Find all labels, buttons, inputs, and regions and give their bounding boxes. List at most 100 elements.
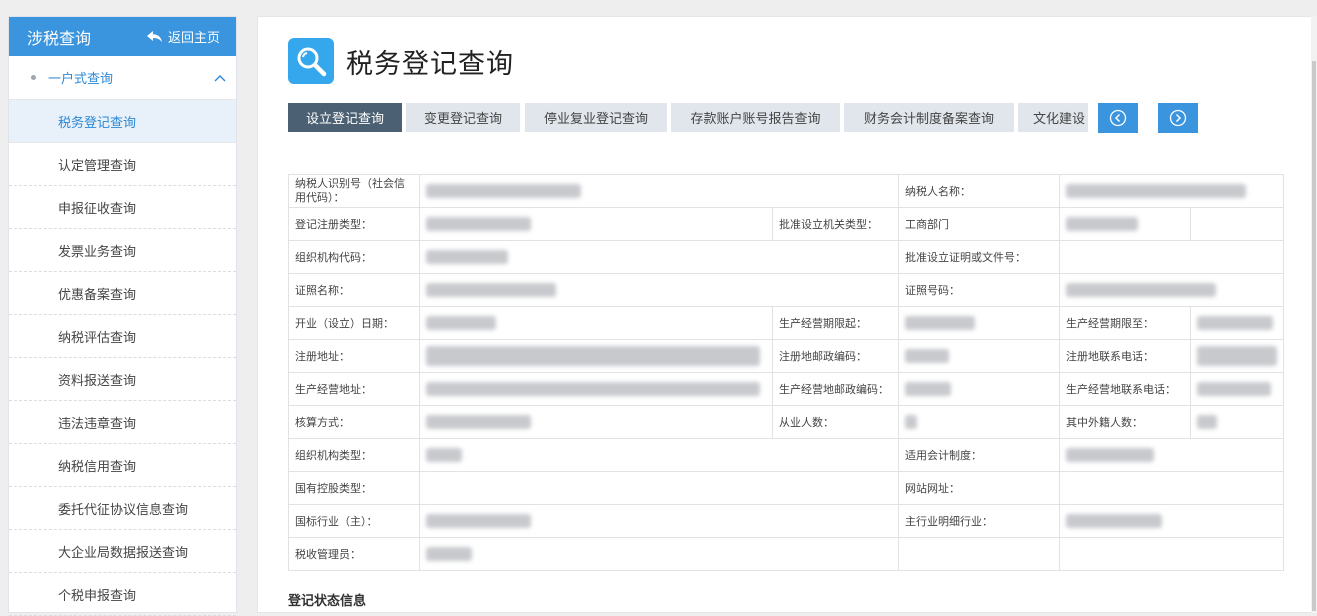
sidebar-item-credit[interactable]: 纳税信用查询: [9, 444, 236, 487]
employees-value: [898, 405, 1060, 439]
period-end-label: 生产经营期限至：: [1059, 306, 1191, 340]
cert-no-label: 证照号码：: [898, 273, 1060, 307]
accounting-method-label: 核算方式：: [288, 405, 420, 439]
tab-suspension-resumption[interactable]: 停业复业登记查询: [525, 103, 667, 132]
biz-phone-label: 生产经营地联系电话：: [1059, 372, 1191, 406]
cert-name-value: [419, 273, 899, 307]
sidebar-item-large-enterprise[interactable]: 大企业局数据报送查询: [9, 530, 236, 573]
sidebar-item-label: 大企业局数据报送查询: [58, 545, 189, 561]
approval-org-type-label: 批准设立机关类型：: [772, 207, 899, 241]
approval-org-type-value: 工商部门: [898, 207, 1060, 241]
accounting-system-label: 适用会计制度：: [898, 438, 1060, 472]
approval-org-extra-value: [1059, 207, 1191, 241]
empty-cell: [1059, 537, 1284, 571]
tab-next-button[interactable]: [1158, 103, 1198, 133]
sidebar-item-invoice[interactable]: 发票业务查询: [9, 229, 236, 272]
industry-detail-value: [1059, 504, 1284, 538]
sidebar-item-entrusted-collection[interactable]: 委托代征协议信息查询: [9, 487, 236, 530]
tab-culture-construction[interactable]: 文化建设: [1018, 103, 1088, 132]
tab-establish-registration[interactable]: 设立登记查询: [288, 103, 402, 132]
open-date-label: 开业（设立）日期：: [288, 306, 420, 340]
chevron-up-icon: [214, 74, 226, 81]
tab-prev-button[interactable]: [1098, 103, 1138, 133]
website-value: [1059, 471, 1284, 505]
period-start-value: [898, 306, 1060, 340]
industry-value: [419, 504, 899, 538]
org-type-value: [419, 438, 899, 472]
biz-address-value: [419, 372, 773, 406]
sidebar-item-label: 优惠备案查询: [58, 287, 137, 303]
sidebar-item-label: 申报征收查询: [58, 201, 137, 217]
tab-label: 停业复业登记查询: [543, 112, 648, 127]
tab-change-registration[interactable]: 变更登记查询: [406, 103, 520, 132]
back-home-label: 返回主页: [167, 31, 220, 46]
sidebar-item-tax-registration[interactable]: 税务登记查询: [9, 100, 236, 143]
bullet-icon: [31, 75, 36, 80]
tab-label: 文化建设: [1033, 112, 1086, 127]
approval-doc-value: [1059, 240, 1284, 274]
period-end-value: [1190, 306, 1284, 340]
sidebar-group-label: 一户式查询: [48, 72, 114, 87]
accounting-method-value: [419, 405, 773, 439]
back-home-button[interactable]: 返回主页: [146, 27, 220, 46]
sidebar-item-declaration[interactable]: 申报征收查询: [9, 186, 236, 229]
sidebar-item-label: 纳税评估查询: [58, 330, 137, 346]
sidebar-item-label: 委托代征协议信息查询: [58, 502, 189, 518]
table-row: 组织机构代码： 批准设立证明或文件号：: [288, 240, 1284, 274]
sidebar-item-certification[interactable]: 认定管理查询: [9, 143, 236, 186]
biz-postcode-value: [898, 372, 1060, 406]
biz-address-label: 生产经营地址：: [288, 372, 420, 406]
chevron-right-circle-icon: [1169, 109, 1187, 127]
employees-label: 从业人数：: [772, 405, 899, 439]
sidebar-item-materials[interactable]: 资料报送查询: [9, 358, 236, 401]
org-type-label: 组织机构类型：: [288, 438, 420, 472]
tab-deposit-account[interactable]: 存款账户账号报告查询: [671, 103, 840, 132]
sidebar-item-preferential[interactable]: 优惠备案查询: [9, 272, 236, 315]
table-row: 登记注册类型： 批准设立机关类型： 工商部门: [288, 207, 1284, 241]
foreign-employees-value: [1190, 405, 1284, 439]
sidebar-item-label: 个税申报查询: [58, 588, 137, 604]
sidebar-header: 涉税查询 返回主页: [9, 17, 236, 56]
sidebar-item-violations[interactable]: 违法违章查询: [9, 401, 236, 444]
table-row: 生产经营地址： 生产经营地邮政编码： 生产经营地联系电话：: [288, 372, 1284, 406]
sidebar-item-personal-tax[interactable]: 个税申报查询: [9, 573, 236, 616]
reg-type-value: [419, 207, 773, 241]
vertical-scrollbar[interactable]: [1311, 16, 1317, 613]
sidebar: 涉税查询 返回主页 一户式查询 税务登记查询 认定管理查询 申报征收查询 发票业…: [8, 16, 237, 616]
sidebar-group-one-stop[interactable]: 一户式查询: [9, 56, 236, 100]
cert-no-value: [1059, 273, 1284, 307]
reg-phone-value: [1190, 339, 1284, 373]
state-holding-label: 国有控股类型：: [288, 471, 420, 505]
tab-label: 设立登记查询: [305, 112, 384, 127]
table-row: 核算方式： 从业人数： 其中外籍人数：: [288, 405, 1284, 439]
table-row: 组织机构类型： 适用会计制度：: [288, 438, 1284, 472]
state-holding-value: [419, 471, 899, 505]
table-row: 税收管理员：: [288, 537, 1284, 571]
foreign-employees-label: 其中外籍人数：: [1059, 405, 1191, 439]
sidebar-item-label: 纳税信用查询: [58, 459, 137, 475]
empty-cell: [898, 537, 1060, 571]
table-row: 证照名称： 证照号码：: [288, 273, 1284, 307]
table-row: 国标行业（主）： 主行业明细行业：: [288, 504, 1284, 538]
industry-detail-label: 主行业明细行业：: [898, 504, 1060, 538]
table-row: 国有控股类型： 网站网址：: [288, 471, 1284, 505]
tab-accounting-system[interactable]: 财务会计制度备案查询: [844, 103, 1014, 132]
taxpayer-name-value: [1059, 174, 1284, 208]
tab-label: 变更登记查询: [423, 112, 502, 127]
reg-phone-label: 注册地联系电话：: [1059, 339, 1191, 373]
reg-postcode-label: 注册地邮政编码：: [772, 339, 899, 373]
taxpayer-name-label: 纳税人名称：: [898, 174, 1060, 208]
org-code-label: 组织机构代码：: [288, 240, 420, 274]
registration-status-heading: 登记状态信息: [288, 594, 367, 609]
table-row: 纳税人识别号（社会信用代码）： 纳税人名称：: [288, 174, 1284, 208]
sidebar-item-assessment[interactable]: 纳税评估查询: [9, 315, 236, 358]
reg-address-label: 注册地址：: [288, 339, 420, 373]
sidebar-item-label: 认定管理查询: [58, 158, 137, 174]
period-start-label: 生产经营期限起：: [772, 306, 899, 340]
main-panel: 税务登记查询 设立登记查询 变更登记查询 停业复业登记查询 存款账户账号报告查询…: [257, 16, 1311, 613]
tab-label: 存款账户账号报告查询: [690, 112, 821, 127]
scrollbar-thumb[interactable]: [1312, 61, 1316, 611]
open-date-value: [419, 306, 773, 340]
sidebar-item-label: 税务登记查询: [58, 115, 137, 131]
accounting-system-value: [1059, 438, 1284, 472]
